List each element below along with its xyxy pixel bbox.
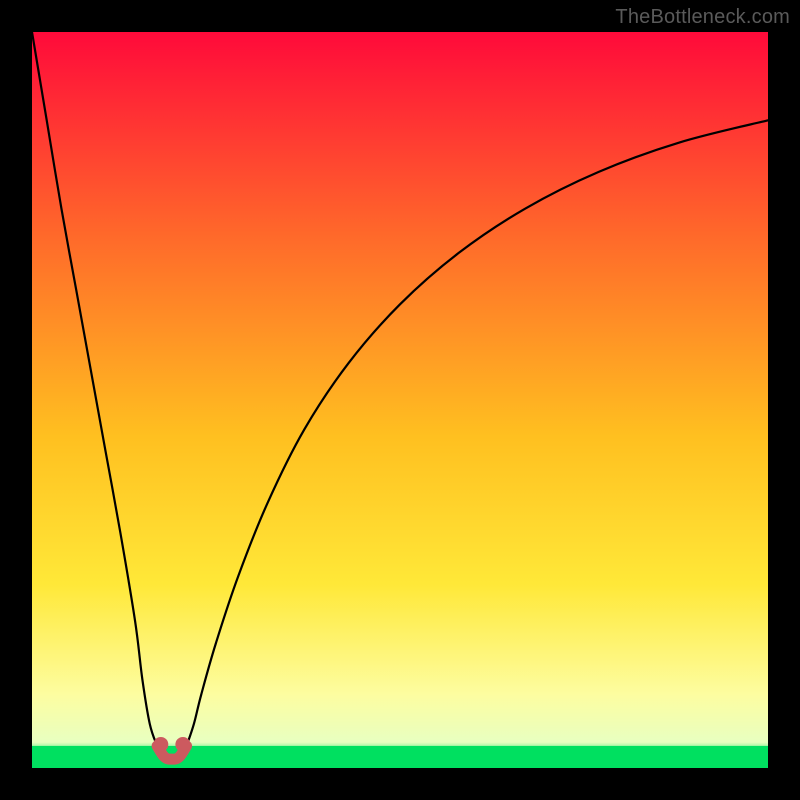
chart-svg [32,32,768,768]
bottom-green-band [32,746,768,768]
chart-frame: TheBottleneck.com [0,0,800,800]
plot-area [32,32,768,768]
valley-marker-1 [153,737,168,752]
watermark-text: TheBottleneck.com [615,6,790,29]
gradient-background [32,32,768,768]
valley-marker-2 [175,737,190,752]
